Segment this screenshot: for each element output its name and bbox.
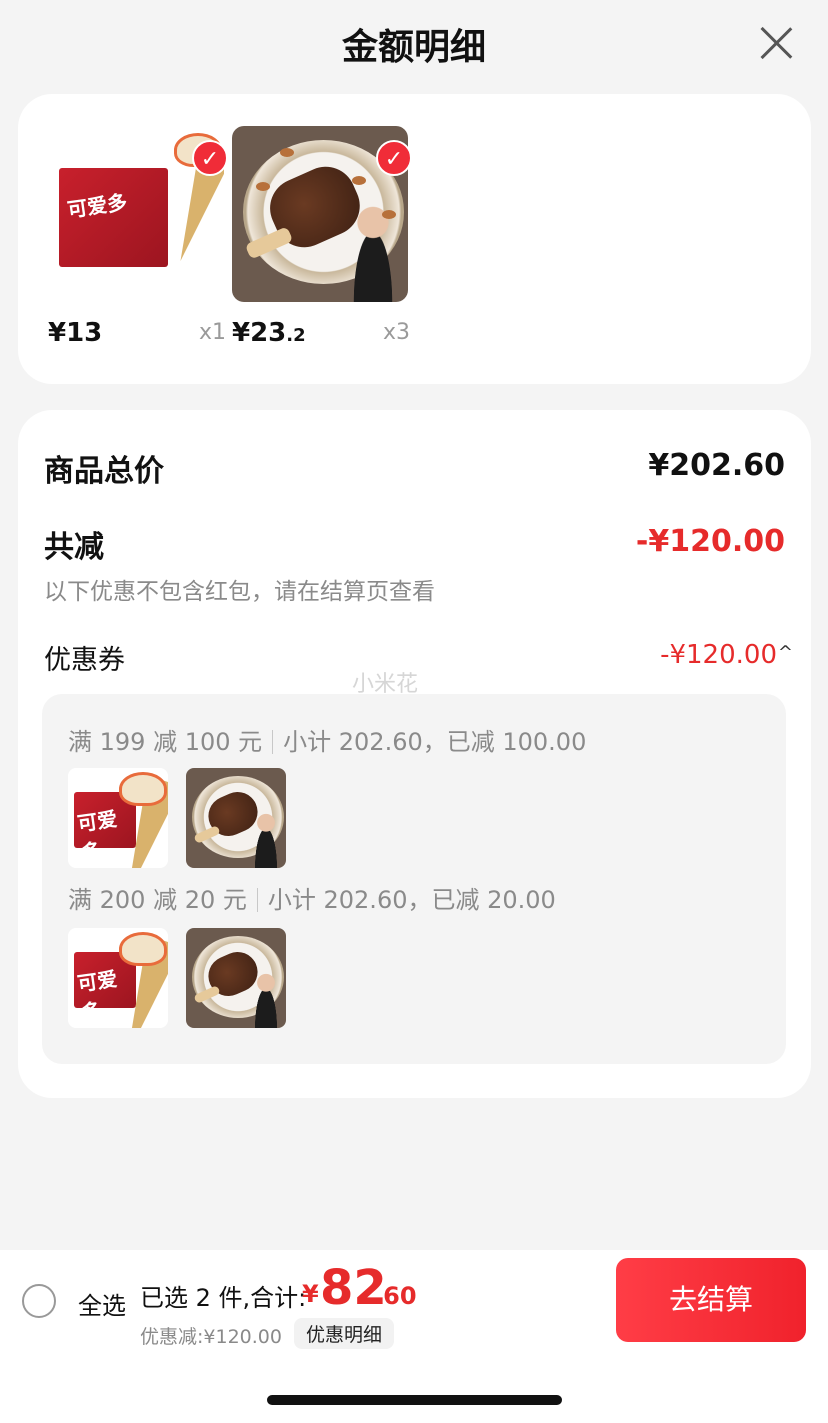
bottom-safe-area xyxy=(0,1350,828,1423)
product-card: ✓ ¥13 x1 ✓ ¥23.2 x3 xyxy=(18,94,811,384)
page-title: 金额明细 xyxy=(341,27,486,68)
selected-summary: 已选 2 件,合计: xyxy=(140,1284,307,1312)
coupon-subtotal: 小计 202.60，已减 20.00 xyxy=(267,886,556,914)
coupon-product-image xyxy=(68,928,168,1028)
header: 金额明细 xyxy=(0,0,828,90)
select-all-label[interactable]: 全选 xyxy=(78,1286,126,1321)
coupon-detail-box: 满 199 减 100 元小计 202.60，已减 100.00 满 200 减… xyxy=(42,694,786,1064)
coupon-rule-line: 满 200 减 20 元小计 202.60，已减 20.00 xyxy=(68,880,556,915)
checkmark-icon[interactable]: ✓ xyxy=(376,140,412,176)
checkmark-icon[interactable]: ✓ xyxy=(192,140,228,176)
price-detail-card: 商品总价 ¥202.60 共减 -¥120.00 以下优惠不包含红包，请在结算页… xyxy=(18,410,811,1098)
coupon-label[interactable]: 优惠券 xyxy=(44,638,125,677)
coupon-rule: 满 199 减 100 元 xyxy=(68,728,263,756)
discount-text: 优惠减:¥120.00 xyxy=(140,1326,282,1348)
discount-detail-button[interactable]: 优惠明细 xyxy=(294,1318,395,1349)
product-price: ¥13 xyxy=(48,318,103,348)
coupon-product-image xyxy=(68,768,168,868)
goods-total-value: ¥202.60 xyxy=(648,448,785,483)
chevron-up-icon[interactable]: ^ xyxy=(778,642,793,663)
coupon-product-image xyxy=(186,768,286,868)
goods-total-label: 商品总价 xyxy=(44,454,164,489)
product-quantity: x1 xyxy=(198,320,226,345)
coupon-rule: 满 200 减 20 元 xyxy=(68,886,247,914)
coupon-value[interactable]: -¥120.00 xyxy=(660,640,777,670)
product-price: ¥23.2 xyxy=(232,318,306,348)
home-indicator[interactable] xyxy=(267,1395,562,1405)
select-all-radio[interactable] xyxy=(22,1284,56,1318)
reduction-value: -¥120.00 xyxy=(635,524,785,559)
total-currency: ¥ xyxy=(302,1280,319,1308)
reduction-label: 共减 xyxy=(44,530,104,565)
total-decimal: .60 xyxy=(374,1282,417,1310)
checkout-button[interactable]: 去结算 xyxy=(616,1258,806,1342)
coupon-rule-line: 满 199 减 100 元小计 202.60，已减 100.00 xyxy=(68,722,586,757)
product-quantity: x3 xyxy=(382,320,410,345)
checkout-bar: 全选 已选 2 件,合计: ¥ 82 .60 优惠减:¥120.00 优惠明细 … xyxy=(0,1250,828,1350)
coupon-subtotal: 小计 202.60，已减 100.00 xyxy=(283,728,587,756)
reduction-note: 以下优惠不包含红包，请在结算页查看 xyxy=(44,579,435,605)
close-icon[interactable] xyxy=(758,24,794,60)
coupon-product-image xyxy=(186,928,286,1028)
